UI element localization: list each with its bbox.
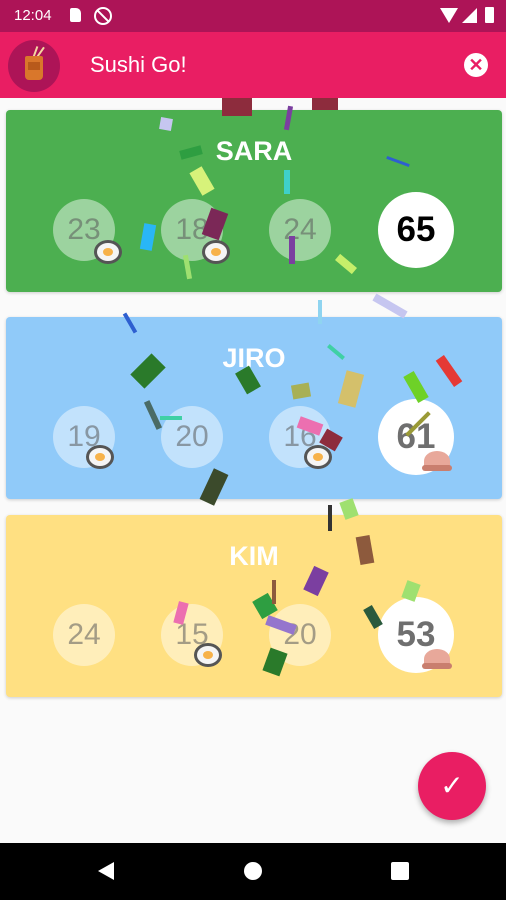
tea-cup-shape <box>25 56 43 80</box>
checkmark-icon: ✓ <box>440 770 464 801</box>
status-time: 12:04 <box>14 7 52 24</box>
app-bar: Sushi Go! ✕ <box>0 32 506 98</box>
maki-roll-icon <box>202 240 230 264</box>
app-title: Sushi Go! <box>90 52 187 77</box>
pudding-icon <box>422 451 452 471</box>
do-not-disturb-icon <box>94 7 112 25</box>
pudding-icon <box>422 649 452 669</box>
player-card-sara: SARA 23 18 24 65 <box>6 110 502 292</box>
close-circle-icon[interactable]: ✕ <box>464 53 488 77</box>
sushi-go-cup-logo-icon <box>8 40 60 92</box>
signal-icon <box>462 8 477 23</box>
confetti-piece <box>318 300 322 324</box>
confetti-piece <box>222 98 252 116</box>
wifi-icon <box>440 8 458 23</box>
status-bar: 12:04 <box>0 0 506 32</box>
confetti-piece <box>159 117 173 131</box>
maki-roll-icon <box>86 445 114 469</box>
round-score: 24 <box>53 604 115 666</box>
confetti-piece <box>284 170 290 194</box>
confetti-piece <box>160 416 182 420</box>
back-icon[interactable] <box>98 862 114 880</box>
confetti-piece <box>328 505 332 531</box>
player-card-jiro: JIRO 19 20 16 61 <box>6 317 502 499</box>
player-name: JIRO <box>222 343 286 373</box>
confirm-fab-button[interactable]: ✓ <box>418 752 486 820</box>
sd-card-icon <box>70 8 81 22</box>
total-score: 65 <box>378 192 454 268</box>
confetti-piece <box>272 580 276 604</box>
maki-roll-icon <box>304 445 332 469</box>
confetti-piece <box>372 293 408 319</box>
confetti-piece <box>289 236 295 264</box>
maki-roll-icon <box>194 643 222 667</box>
player-name: KIM <box>229 541 279 571</box>
battery-icon <box>485 7 494 23</box>
confetti-piece <box>312 98 338 110</box>
maki-roll-icon <box>94 240 122 264</box>
player-name: SARA <box>215 136 293 166</box>
navigation-bar <box>0 843 506 900</box>
round-score: 24 <box>269 199 331 261</box>
recents-icon[interactable] <box>391 862 409 880</box>
home-icon[interactable] <box>244 862 262 880</box>
